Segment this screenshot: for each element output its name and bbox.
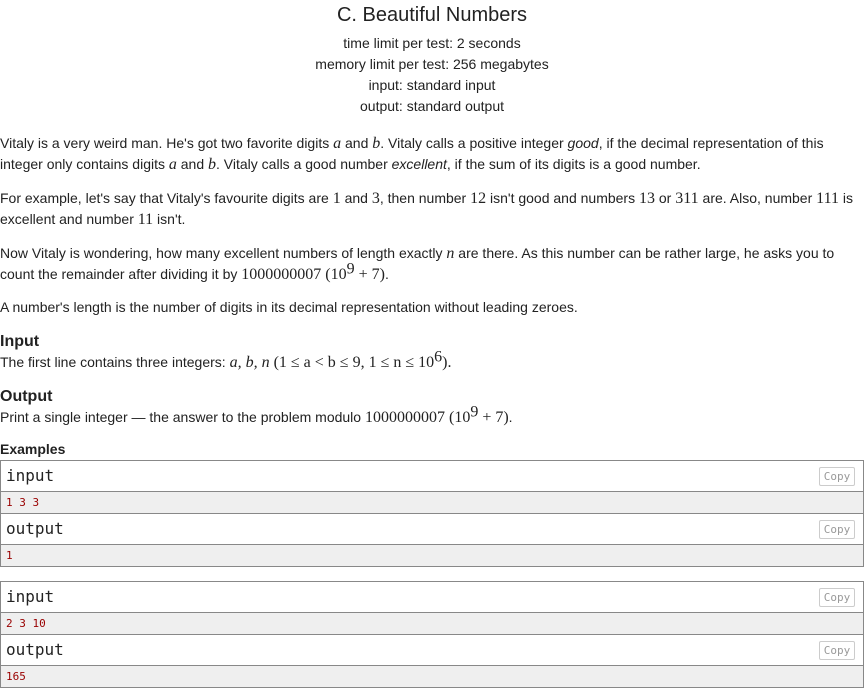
example-output-text: 165 — [1, 666, 863, 687]
statement-paragraph-2: For example, let's say that Vitaly's fav… — [0, 188, 864, 230]
term-excellent: excellent — [391, 156, 447, 172]
example-input-header: input Copy — [1, 461, 863, 492]
text: . Vitaly calls a good number — [216, 156, 392, 172]
copy-output-button[interactable]: Copy — [819, 641, 855, 660]
statement-paragraph-3: Now Vitaly is wondering, how many excell… — [0, 243, 864, 285]
text: isn't good and numbers — [486, 190, 639, 206]
memory-limit: memory limit per test: 256 megabytes — [315, 56, 549, 72]
examples-title: Examples — [0, 441, 66, 457]
text: and — [176, 156, 209, 172]
example-input-label: input — [6, 466, 55, 485]
math-exponent: 9 — [346, 260, 355, 278]
example-input-text: 1 3 3 — [1, 492, 863, 514]
math-exponent: 6 — [434, 348, 443, 366]
statement-paragraph-4: A number's length is the number of digit… — [0, 297, 864, 317]
input-section-title: Input — [0, 333, 40, 350]
example-output-label: output — [6, 519, 64, 538]
math-number: 111 — [816, 190, 839, 207]
text: and — [340, 190, 372, 206]
math-a: a — [168, 156, 177, 173]
input-section: Input The first line contains three inte… — [0, 332, 864, 373]
math-constraint-tail: ). — [442, 354, 452, 371]
problem-title: C. Beautiful Numbers — [336, 4, 528, 26]
math-number: 1 — [332, 190, 341, 207]
math-constraint: (1 ≤ a < b ≤ 9, 1 ≤ n ≤ 10 — [269, 354, 435, 371]
text: and — [341, 135, 373, 151]
example-input-text: 2 3 10 — [1, 613, 863, 635]
example-output-label: output — [6, 640, 64, 659]
text: Print a single integer — the answer to t… — [0, 409, 365, 425]
problem-page: C. Beautiful Numbers time limit per test… — [0, 3, 864, 688]
text: Vitaly is a very weird man. He's got two… — [0, 135, 334, 151]
copy-output-button[interactable]: Copy — [819, 520, 855, 539]
example-output-header: output Copy — [1, 635, 863, 666]
math-number: 12 — [470, 190, 487, 207]
text: . Vitaly calls a positive integer — [380, 135, 568, 151]
text: . — [384, 266, 389, 282]
input-type: input: standard input — [368, 77, 496, 93]
text: Now Vitaly is wondering, how many excell… — [0, 245, 447, 261]
example-output-header: output Copy — [1, 514, 863, 545]
math-modulus: 1000000007 (10 — [241, 266, 347, 283]
math-modulus-tail: + 7) — [478, 409, 509, 426]
math-vars: a, b, n — [229, 354, 270, 371]
text: . — [508, 409, 513, 425]
text: or — [655, 190, 676, 206]
text: A number's length is the number of digit… — [0, 299, 578, 315]
example-input-header: input Copy — [1, 582, 863, 613]
output-type: output: standard output — [360, 98, 504, 114]
text: For example, let's say that Vitaly's fav… — [0, 190, 333, 206]
copy-input-button[interactable]: Copy — [819, 467, 855, 486]
problem-header: C. Beautiful Numbers time limit per test… — [0, 3, 864, 117]
math-number: 3 — [371, 190, 380, 207]
math-number: 13 — [639, 190, 655, 207]
text: are. Also, number — [698, 190, 817, 206]
copy-input-button[interactable]: Copy — [819, 588, 855, 607]
math-a: a — [333, 135, 342, 152]
time-limit: time limit per test: 2 seconds — [343, 35, 521, 51]
text: , then number — [379, 190, 471, 206]
output-section-title: Output — [0, 388, 53, 405]
problem-limits: time limit per test: 2 seconds memory li… — [0, 33, 864, 117]
example-1: input Copy 1 3 3 output Copy 1 — [0, 460, 864, 567]
math-number: 11 — [137, 211, 154, 228]
term-good: good — [567, 135, 599, 151]
math-number: 311 — [675, 190, 699, 207]
text: The first line contains three integers: — [0, 354, 230, 370]
example-output-text: 1 — [1, 545, 863, 566]
math-modulus: 1000000007 (10 — [364, 409, 471, 426]
example-input-label: input — [6, 587, 55, 606]
statement-paragraph-1: Vitaly is a very weird man. He's got two… — [0, 133, 864, 175]
text: isn't. — [153, 211, 186, 227]
math-modulus-tail: + 7) — [354, 266, 385, 283]
output-section: Output Print a single integer — the answ… — [0, 387, 864, 428]
math-b: b — [208, 156, 217, 173]
text: , if the sum of its digits is a good num… — [446, 156, 701, 172]
example-2: input Copy 2 3 10 output Copy 165 — [0, 581, 864, 688]
